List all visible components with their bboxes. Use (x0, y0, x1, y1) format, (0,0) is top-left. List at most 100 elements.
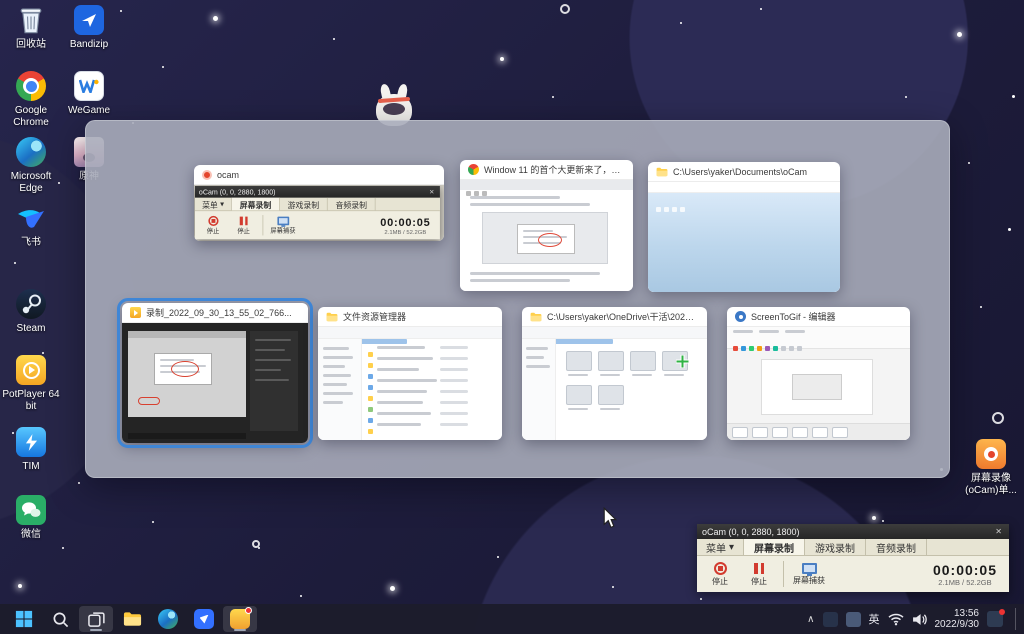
desktop-icon-tim[interactable]: TIM (2, 426, 60, 473)
taskview-thumbnail-documents-ocam[interactable]: C:\Users\yaker\Documents\oCam (648, 162, 840, 292)
desktop-icon-ocam-shortcut[interactable]: 屏幕录像 (oCam)单... (962, 438, 1020, 497)
ocam-taskbar-button[interactable] (223, 606, 257, 632)
taskview-thumbnail-onedrive-folder[interactable]: C:\Users\yaker\OneDrive\干活\2022-0... (522, 307, 707, 440)
desktop-icon-potplayer[interactable]: PotPlayer 64 bit (2, 354, 60, 413)
desktop-icon-recycle-bin[interactable]: 回收站 (2, 4, 60, 51)
taskview-thumbnail-recording[interactable]: 录制_2022_09_30_13_55_02_766... (122, 303, 308, 443)
stop-button[interactable]: 停止 (705, 562, 735, 587)
chrome-icon (468, 164, 479, 175)
tray-app-icon[interactable] (846, 612, 861, 627)
thumbnail-title: ScreenToGif - 编辑器 (751, 310, 836, 323)
record-size: 2.1MB / 52.2GB (933, 578, 997, 587)
folder-icon (123, 611, 142, 627)
tab-game-record: 游戏录制 (280, 198, 328, 211)
thumbnail-title: C:\Users\yaker\OneDrive\干活\2022-0... (547, 310, 699, 323)
record-timer: 00:00:05 (380, 215, 430, 228)
screen-capture-button: 屏幕捕获 (270, 216, 295, 234)
dropdown-arrow-icon: ▾ (729, 542, 734, 553)
ocam-titlebar[interactable]: oCam (0, 0, 2880, 1800) ✕ (697, 524, 1009, 539)
show-desktop-button[interactable] (1015, 608, 1018, 630)
thumbnail-header: Window 11 的首个大更新来了，可... (460, 160, 633, 180)
thumbnail-header: C:\Users\yaker\Documents\oCam (648, 162, 840, 182)
screentogif-icon (735, 311, 746, 322)
desktop-icon-label: 微信 (21, 529, 41, 541)
thumbnail-header: 录制_2022_09_30_13_55_02_766... (122, 303, 308, 323)
desktop-icon-wechat[interactable]: 微信 (2, 494, 60, 541)
ocam-title: oCam (0, 0, 2880, 1800) (199, 188, 276, 196)
ocam-window-preview: oCam (0, 0, 2880, 1800)✕ 菜单▾ 屏幕录制 游戏录制 音… (195, 186, 440, 239)
mouse-cursor (602, 507, 618, 529)
desktop-icon-label: PotPlayer 64 bit (2, 389, 60, 413)
folder-icon (656, 167, 668, 177)
steam-icon (15, 288, 47, 320)
desktop-icon-label: 回收站 (16, 39, 46, 51)
record-size: 2.1MB / 52.2GB (380, 228, 430, 235)
wechat-icon (15, 494, 47, 526)
desktop-icon-label: TIM (22, 461, 39, 473)
desktop-icon-feishu[interactable]: 飞书 (2, 202, 60, 249)
tray-date: 2022/9/30 (935, 619, 980, 630)
task-view-panel: ocam oCam (0, 0, 2880, 1800)✕ 菜单▾ 屏幕录制 游… (85, 120, 950, 478)
edge-icon (15, 136, 47, 168)
thumbnail-title: C:\Users\yaker\Documents\oCam (673, 167, 807, 177)
search-button[interactable] (43, 606, 77, 632)
pause-button[interactable]: 停止 (744, 562, 774, 587)
ocam-menu: 菜单▾ (195, 198, 232, 211)
record-timer: 00:00:05 (933, 562, 997, 578)
ime-indicator[interactable]: 英 (869, 611, 880, 627)
edge-button[interactable] (151, 606, 185, 632)
desktop-icon-label: 飞书 (21, 237, 41, 249)
desktop-icon-edge[interactable]: Microsoft Edge (2, 136, 60, 195)
task-view-button[interactable] (79, 606, 113, 632)
desktop-icon-label: Steam (17, 323, 46, 335)
taskbar: ∧ 英 13:56 2022/9/30 (0, 604, 1024, 634)
file-explorer-button[interactable] (115, 606, 149, 632)
feishu-icon (15, 202, 47, 234)
start-button[interactable] (7, 606, 41, 632)
wifi-icon[interactable] (888, 613, 904, 626)
desktop-icon-bandizip[interactable]: Bandizip (60, 4, 118, 51)
desktop-icon-label: WeGame (68, 105, 110, 117)
ocam-title: oCam (0, 0, 2880, 1800) (702, 527, 800, 537)
taskview-thumbnail-screentogif[interactable]: ScreenToGif - 编辑器 (727, 307, 910, 440)
dropdown-arrow-icon: ▾ (220, 200, 224, 209)
notification-icon[interactable] (987, 611, 1003, 627)
tab-screen-record[interactable]: 屏幕录制 (744, 539, 805, 555)
desktop-icon-wegame[interactable]: WeGame (60, 70, 118, 117)
tab-game-record[interactable]: 游戏录制 (805, 539, 866, 555)
volume-icon[interactable] (912, 613, 927, 626)
ocam-menu-button[interactable]: 菜单▾ (697, 539, 744, 555)
thumbnail-preview (727, 327, 910, 440)
chrome-icon (15, 70, 47, 102)
windows-logo-icon (15, 610, 33, 628)
taskview-thumbnail-file-explorer[interactable]: 文件资源管理器 (318, 307, 502, 440)
pause-button: 停止 (232, 215, 256, 235)
task-view-icon (88, 611, 105, 628)
screen-capture-button[interactable]: 屏幕捕获 (793, 563, 825, 586)
edge-icon (158, 609, 178, 629)
tray-chevron-icon[interactable]: ∧ (807, 614, 814, 625)
thumbnail-header: ocam (194, 165, 444, 185)
desktop-icon-chrome[interactable]: Google Chrome (2, 70, 60, 129)
taskview-thumbnail-browser[interactable]: Window 11 的首个大更新来了，可... (460, 160, 633, 291)
feishu-button[interactable] (187, 606, 221, 632)
ocam-icon (230, 609, 250, 629)
search-icon (52, 611, 69, 628)
tab-audio-record[interactable]: 音频录制 (866, 539, 927, 555)
system-tray: ∧ 英 13:56 2022/9/30 (807, 608, 1024, 630)
potplayer-icon (15, 354, 47, 386)
desktop-icon-label: Bandizip (70, 39, 108, 51)
tim-icon (15, 426, 47, 458)
taskview-thumbnail-ocam[interactable]: ocam oCam (0, 0, 2880, 1800)✕ 菜单▾ 屏幕录制 游… (194, 165, 444, 241)
thumbnail-title: 录制_2022_09_30_13_55_02_766... (146, 306, 292, 319)
monitor-icon (802, 563, 817, 574)
taskbar-clock[interactable]: 13:56 2022/9/30 (935, 608, 980, 630)
feishu-icon (194, 609, 214, 629)
desktop-icon-steam[interactable]: Steam (2, 288, 60, 335)
close-button[interactable]: ✕ (993, 527, 1004, 536)
media-file-icon (130, 307, 141, 318)
tray-app-icon[interactable] (823, 612, 838, 627)
bandizip-icon (73, 4, 105, 36)
ocam-window[interactable]: oCam (0, 0, 2880, 1800) ✕ 菜单▾ 屏幕录制 游戏录制 … (697, 524, 1009, 592)
green-plus-cursor (676, 355, 689, 368)
